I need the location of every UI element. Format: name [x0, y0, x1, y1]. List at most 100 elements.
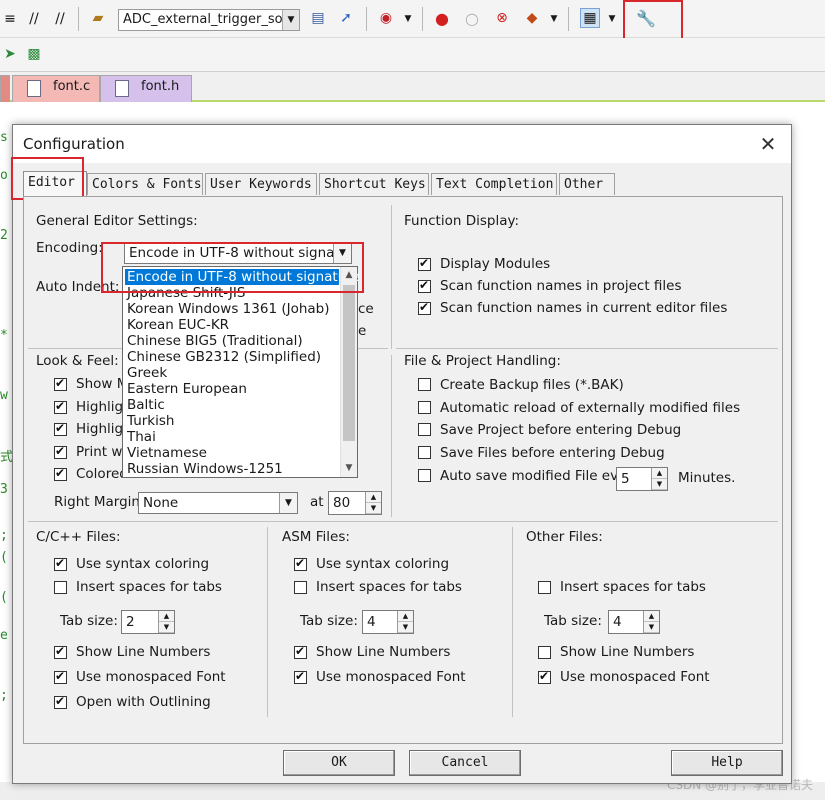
arrow-down-icon[interactable]: ▼: [159, 622, 174, 633]
tab-other[interactable]: Other: [559, 173, 615, 195]
tab-user-keywords[interactable]: User Keywords: [205, 173, 317, 195]
other-line-numbers-checkbox[interactable]: [538, 646, 551, 659]
dropdown-scrollbar[interactable]: ▲ ▼: [340, 267, 357, 477]
encoding-option[interactable]: Chinese GB2312 (Simplified): [125, 349, 321, 365]
breakpoint-icon[interactable]: ●: [432, 8, 452, 28]
stepper-buttons[interactable]: ▲ ▼: [643, 611, 659, 633]
encoding-option[interactable]: Turkish: [125, 413, 174, 429]
help-button[interactable]: Help: [671, 750, 783, 776]
scan-editor-checkbox[interactable]: [418, 300, 431, 315]
jump-icon[interactable]: ➚: [336, 8, 356, 28]
run-icon[interactable]: ➤: [0, 44, 20, 64]
close-icon[interactable]: ✕: [755, 131, 781, 157]
asm-syntax-checkbox[interactable]: [294, 556, 307, 571]
arrow-up-icon[interactable]: ▲: [366, 492, 381, 503]
chevron-down-icon[interactable]: ▼: [282, 10, 299, 30]
encoding-option[interactable]: Russian Windows-1251: [125, 461, 283, 477]
encoding-option[interactable]: Thai: [125, 429, 156, 445]
c-monospaced-checkbox[interactable]: [54, 669, 67, 684]
auto-save-minutes-stepper[interactable]: 5 ▲ ▼: [616, 467, 668, 491]
encoding-dropdown-list[interactable]: Encode in UTF-8 without signature Japane…: [122, 266, 360, 478]
right-margin-select[interactable]: None ▼: [138, 492, 298, 514]
c-spaces-checkbox[interactable]: [54, 581, 67, 594]
stepper-buttons[interactable]: ▲ ▼: [651, 468, 667, 490]
scrollbar-thumb[interactable]: [343, 285, 355, 441]
c-syntax-checkbox[interactable]: [54, 556, 67, 571]
arrow-down-icon[interactable]: ▼: [366, 503, 381, 514]
create-backup-checkbox[interactable]: [418, 378, 431, 391]
arrow-down-icon[interactable]: ▼: [652, 479, 667, 490]
encoding-option[interactable]: Korean Windows 1361 (Johab): [125, 301, 330, 317]
encoding-option[interactable]: Chinese BIG5 (Traditional): [125, 333, 303, 349]
encoding-option[interactable]: Greek: [125, 365, 167, 381]
build-all-icon[interactable]: ▩: [24, 44, 44, 64]
encoding-option[interactable]: Vietnamese: [125, 445, 207, 461]
file-tab-partial[interactable]: [0, 75, 10, 102]
arrow-down-icon[interactable]: ▼: [398, 622, 413, 633]
tab-text-completion[interactable]: Text Completion: [431, 173, 557, 195]
chevron-down-icon[interactable]: ▼: [279, 493, 297, 513]
highlight-line-checkbox[interactable]: [54, 399, 67, 414]
code-fragment: (: [0, 550, 8, 565]
c-tab-size-stepper[interactable]: 2 ▲ ▼: [121, 610, 175, 634]
stepper-buttons[interactable]: ▲ ▼: [365, 492, 381, 514]
stepper-buttons[interactable]: ▲ ▼: [158, 611, 174, 633]
right-margin-column-stepper[interactable]: 80 ▲ ▼: [328, 491, 382, 515]
stepper-buttons[interactable]: ▲ ▼: [397, 611, 413, 633]
other-tab-size-stepper[interactable]: 4 ▲ ▼: [608, 610, 660, 634]
asm-spaces-label: Insert spaces for tabs: [316, 579, 462, 595]
c-outlining-checkbox[interactable]: [54, 694, 67, 709]
arrow-down-icon[interactable]: ▼: [644, 622, 659, 633]
window-layout-icon[interactable]: ▦: [580, 8, 600, 28]
tab-colors-fonts[interactable]: Colors & Fonts: [87, 173, 203, 195]
file-tab-font-c[interactable]: font.c: [12, 75, 100, 102]
encoding-option[interactable]: Eastern European: [125, 381, 247, 397]
project-target-combo[interactable]: ADC_external_trigger_sou ▼: [118, 9, 300, 31]
code-fragment: w: [0, 388, 8, 403]
auto-save-checkbox[interactable]: [418, 469, 431, 482]
editor-left-margin: s o 2 * w 式 3 ; ( ( e ;: [0, 104, 13, 800]
code-fragment: 2: [0, 228, 8, 243]
scan-project-checkbox[interactable]: [418, 278, 431, 293]
print-with-checkbox[interactable]: [54, 444, 67, 459]
uncomment-icon[interactable]: //: [50, 9, 70, 29]
chevron-down-icon[interactable]: ▼: [341, 460, 357, 477]
comment-icon[interactable]: //: [24, 9, 44, 29]
arrow-up-icon[interactable]: ▲: [159, 611, 174, 622]
open-project-icon[interactable]: ▰: [88, 8, 108, 28]
show-messages-checkbox[interactable]: [54, 376, 67, 391]
save-project-debug-checkbox[interactable]: [418, 423, 431, 436]
debug-icon[interactable]: ◉: [376, 8, 396, 28]
file-tab-font-h[interactable]: font.h: [100, 75, 192, 102]
colored-tabs-checkbox[interactable]: [54, 466, 67, 481]
highlight-braces-checkbox[interactable]: [54, 421, 67, 436]
arrow-up-icon[interactable]: ▲: [652, 468, 667, 479]
auto-reload-checkbox[interactable]: [418, 401, 431, 414]
c-line-numbers-checkbox[interactable]: [54, 644, 67, 659]
arrow-up-icon[interactable]: ▲: [398, 611, 413, 622]
other-spaces-checkbox[interactable]: [538, 581, 551, 594]
tab-shortcut-keys[interactable]: Shortcut Keys: [319, 173, 429, 195]
asm-spaces-checkbox[interactable]: [294, 581, 307, 594]
encoding-option[interactable]: Baltic: [125, 397, 165, 413]
save-files-debug-checkbox[interactable]: [418, 446, 431, 459]
breakpoint-kill-icon[interactable]: ⊗: [492, 8, 512, 28]
breakpoint-menu-icon[interactable]: ◆: [522, 8, 542, 28]
other-monospaced-checkbox[interactable]: [538, 669, 551, 684]
display-modules-label: Display Modules: [440, 256, 551, 272]
encoding-option[interactable]: Korean EUC-KR: [125, 317, 229, 333]
asm-line-numbers-checkbox[interactable]: [294, 644, 307, 659]
indent-icon[interactable]: ≡: [0, 9, 20, 29]
chevron-down-icon[interactable]: ▼: [398, 9, 418, 29]
browse-icon[interactable]: ▤: [308, 8, 328, 28]
asm-monospaced-checkbox[interactable]: [294, 669, 307, 684]
dialog-titlebar[interactable]: Configuration ✕: [13, 125, 791, 163]
ok-button[interactable]: OK: [283, 750, 395, 776]
arrow-up-icon[interactable]: ▲: [644, 611, 659, 622]
asm-tab-size-stepper[interactable]: 4 ▲ ▼: [362, 610, 414, 634]
display-modules-checkbox[interactable]: [418, 256, 431, 271]
cancel-button[interactable]: Cancel: [409, 750, 521, 776]
chevron-down-icon[interactable]: ▼: [544, 9, 564, 29]
chevron-down-icon[interactable]: ▼: [602, 9, 622, 29]
breakpoint-disable-icon[interactable]: ○: [462, 8, 482, 28]
